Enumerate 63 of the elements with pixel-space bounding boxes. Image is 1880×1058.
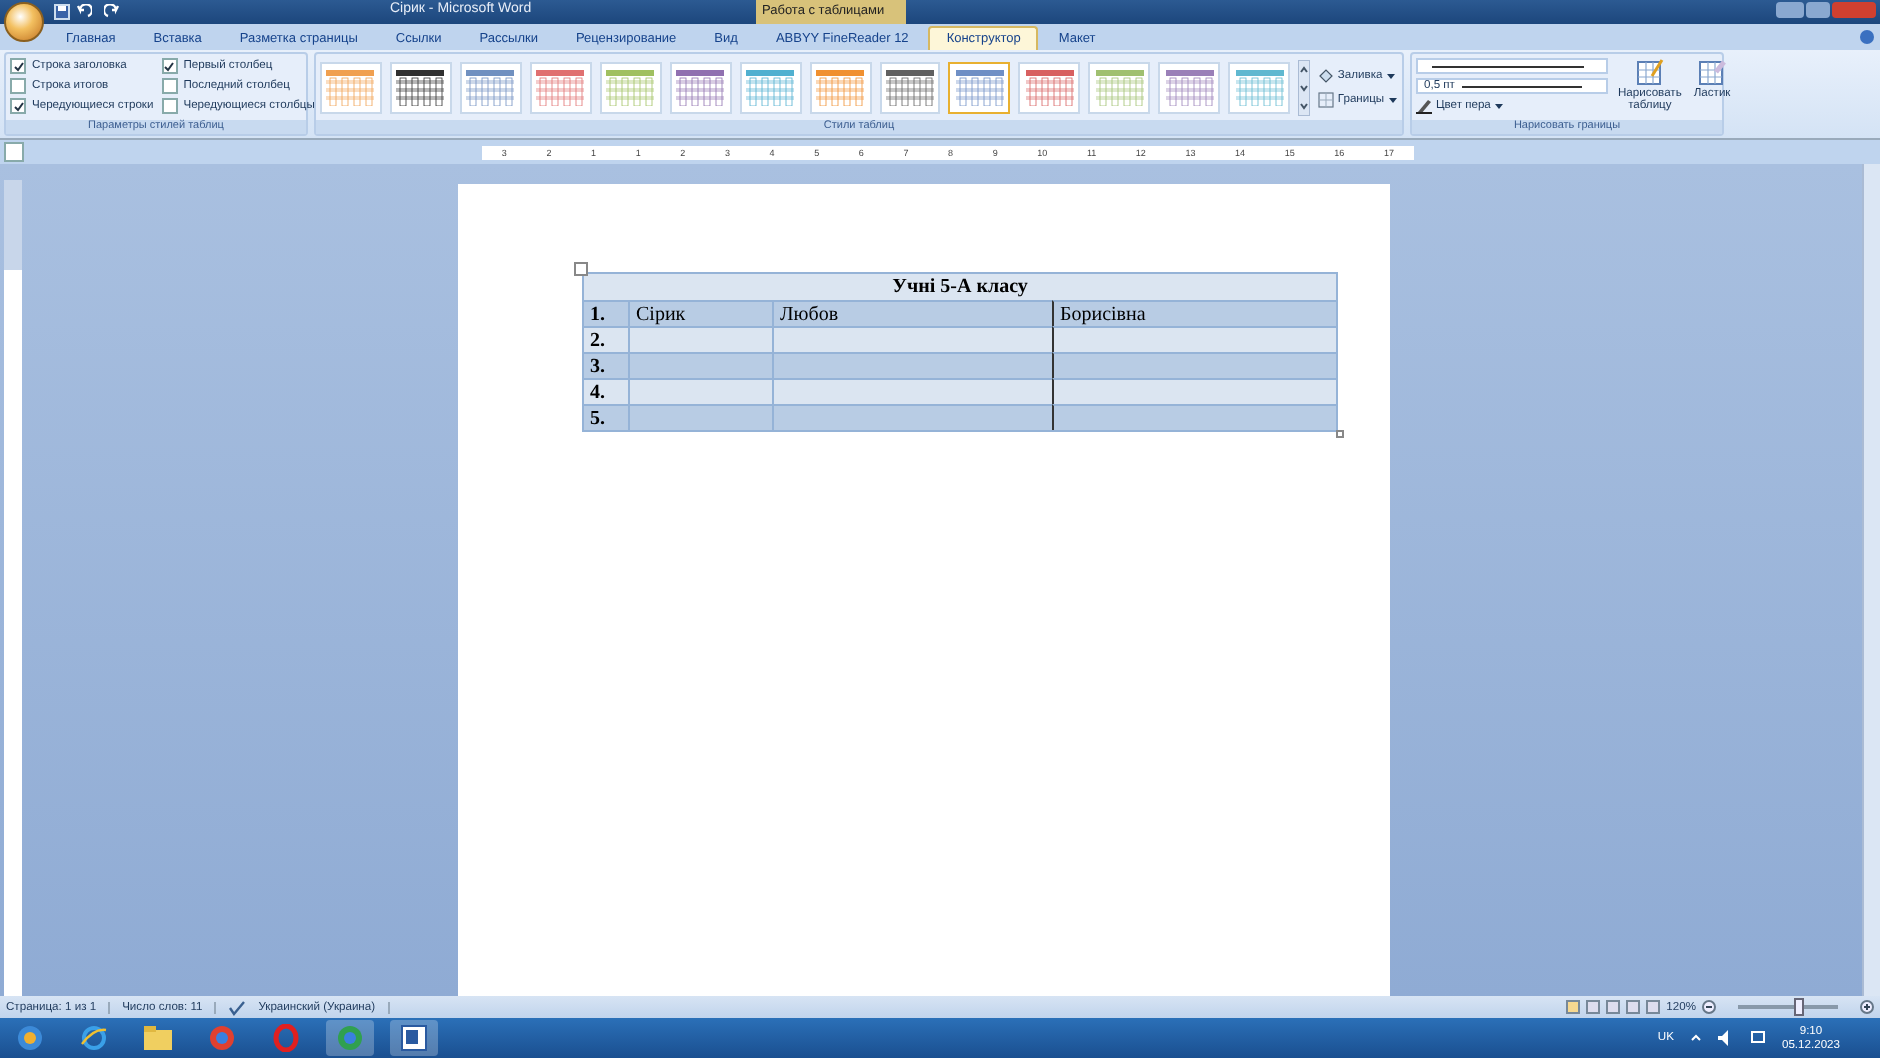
browser-icon	[80, 1024, 108, 1052]
table-style-thumbnail[interactable]	[1228, 61, 1291, 113]
tab-selector[interactable]	[4, 142, 24, 162]
table-style-thumbnail[interactable]	[1088, 61, 1151, 113]
table-cell: Борисівна	[1052, 300, 1336, 326]
table-style-thumbnail[interactable]	[948, 61, 1011, 113]
minimize-button[interactable]	[1776, 2, 1804, 18]
table-resize-handle[interactable]	[1336, 430, 1344, 438]
pen-icon	[1416, 98, 1432, 114]
checkbox[interactable]	[10, 78, 26, 94]
table-move-handle[interactable]	[574, 262, 588, 276]
table-title: Учні 5-А класу	[584, 274, 1336, 300]
table-style-thumbnail[interactable]	[879, 61, 941, 113]
redo-icon[interactable]	[104, 4, 120, 20]
table-style-thumbnail[interactable]	[739, 61, 802, 113]
caret-icon	[1494, 102, 1505, 110]
table-style-thumbnail[interactable]	[1018, 61, 1081, 113]
table-style-thumbnail[interactable]	[809, 61, 871, 113]
table-style-thumbnail[interactable]	[599, 61, 662, 113]
gallery-scroll-icon[interactable]	[1298, 59, 1310, 115]
taskbar-item[interactable]	[390, 1020, 438, 1056]
table-style-thumbnail[interactable]	[459, 61, 522, 113]
table-cell: 2.	[584, 326, 628, 352]
start-orb-icon[interactable]	[16, 1024, 44, 1052]
speaker-icon[interactable]	[1717, 1030, 1734, 1046]
vertical-scrollbar[interactable]	[1862, 164, 1880, 996]
checkbox[interactable]	[161, 78, 178, 94]
folder-icon	[144, 1026, 172, 1050]
table-style-thumbnail[interactable]	[669, 61, 732, 113]
line-style-dropdown[interactable]	[1416, 58, 1608, 74]
zoom-out-icon[interactable]	[1702, 1000, 1716, 1014]
caret-icon	[1388, 95, 1399, 103]
table-cell: 5.	[584, 404, 628, 430]
table-style-thumbnail[interactable]	[389, 61, 452, 113]
eraser-icon	[1698, 58, 1727, 86]
undo-icon[interactable]	[76, 4, 92, 20]
document-icon	[400, 1024, 428, 1052]
draw-table-icon	[1635, 58, 1664, 86]
borders-icon	[1317, 91, 1334, 107]
checkbox[interactable]	[161, 98, 178, 114]
table-cell: Сірик	[628, 300, 772, 326]
save-icon[interactable]	[54, 4, 70, 20]
zoom-in-icon[interactable]	[1860, 1000, 1874, 1014]
office-button[interactable]	[4, 2, 44, 42]
table-style-thumbnail[interactable]	[1158, 61, 1221, 113]
table-cell: 4.	[584, 378, 628, 404]
table-cell: 3.	[584, 352, 628, 378]
round-browser-icon[interactable]	[208, 1024, 236, 1052]
zoom-thumb[interactable]	[1794, 998, 1804, 1016]
table-cell: 1.	[584, 300, 628, 326]
line-weight-icon	[1462, 83, 1583, 89]
checkbox[interactable]	[161, 58, 178, 74]
table-cell	[628, 352, 772, 378]
checkbox[interactable]	[10, 58, 26, 74]
maximize-button[interactable]	[1806, 2, 1830, 18]
caret-icon	[1386, 71, 1397, 79]
ring-icon	[272, 1024, 300, 1052]
table-cell	[628, 378, 772, 404]
table-style-thumbnail[interactable]	[320, 61, 382, 113]
checkbox[interactable]	[10, 98, 26, 114]
table-style-thumbnail[interactable]	[529, 61, 592, 113]
table-cell: Любов	[772, 300, 1052, 326]
table-cell	[628, 326, 772, 352]
